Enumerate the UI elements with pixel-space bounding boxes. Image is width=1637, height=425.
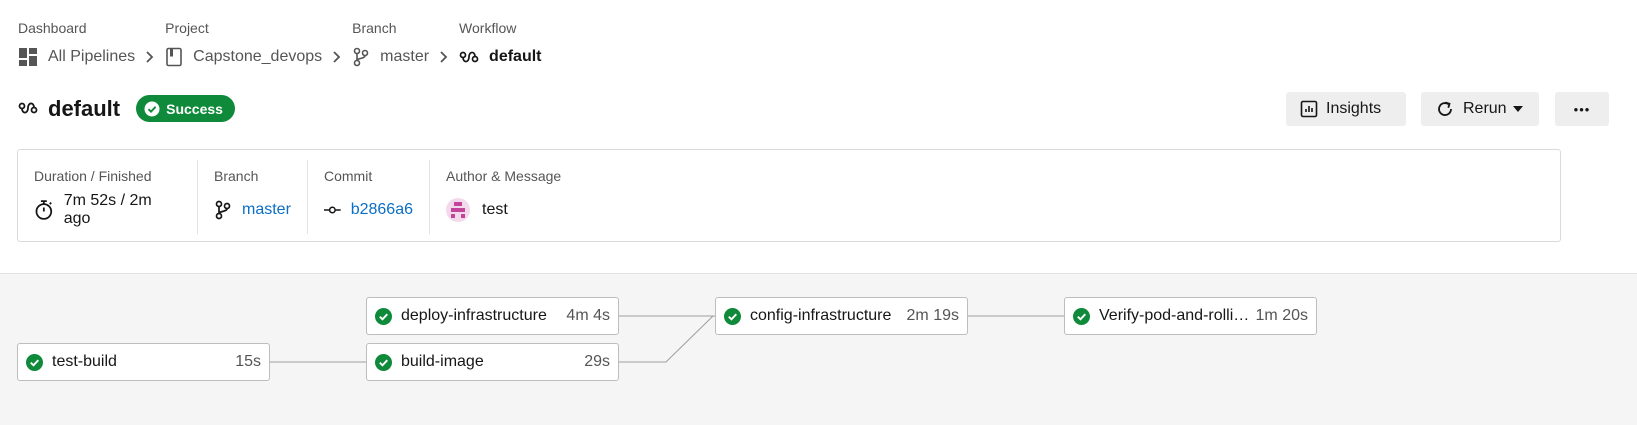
project-icon	[166, 47, 182, 67]
insights-label: Insights	[1326, 100, 1382, 117]
breadcrumb: Dashboard All Pipelines Project Capstone…	[18, 18, 542, 69]
breadcrumb-label: Dashboard	[18, 20, 87, 36]
branch-label: Branch	[214, 168, 259, 184]
duration-label: Duration / Finished	[34, 168, 152, 184]
workflow-graph: test-build 15s deploy-infrastructure 4m …	[0, 273, 1637, 425]
rerun-label: Rerun	[1463, 100, 1507, 117]
caret-down-icon	[1512, 106, 1523, 112]
check-circle-icon	[1073, 307, 1090, 325]
job-duration: 29s	[584, 353, 610, 370]
breadcrumb-label: Branch	[352, 20, 397, 36]
branch-section: Branch master	[198, 160, 308, 234]
commit-value-row: b2866a6	[324, 199, 413, 221]
commit-label: Commit	[324, 168, 373, 184]
dashboard-icon	[19, 48, 37, 66]
branch-icon	[353, 47, 369, 67]
workflow-header: default Success	[18, 95, 235, 122]
branch-value-row: master	[214, 199, 291, 221]
job-name: Verify-pod-and-rolling-...	[1099, 307, 1250, 324]
commit-section: Commit b2866a6	[308, 160, 430, 234]
chevron-right-icon	[429, 45, 459, 69]
breadcrumb-label: Project	[165, 20, 209, 36]
workflow-icon	[18, 102, 38, 113]
job-duration: 1m 20s	[1255, 307, 1308, 324]
breadcrumb-label: Workflow	[459, 20, 517, 36]
workflow-icon	[459, 51, 479, 63]
duration-value-row: 7m 52s / 2m ago	[34, 192, 181, 227]
workflow-current: default	[459, 45, 542, 69]
check-circle-icon	[375, 353, 392, 371]
header-actions: Insights Rerun •••	[1286, 92, 1609, 126]
breadcrumb-value: Capstone_devops	[193, 48, 323, 65]
insights-icon	[1300, 100, 1318, 118]
breadcrumb-project: Project Capstone_devops	[165, 18, 322, 69]
check-circle-icon	[724, 307, 741, 325]
duration-section: Duration / Finished 7m 52s / 2m ago	[18, 160, 198, 234]
check-circle-icon	[26, 353, 43, 371]
job-duration: 2m 19s	[906, 307, 959, 324]
job-name: build-image	[401, 353, 484, 370]
author-section: Author & Message test	[430, 160, 630, 234]
check-circle-icon	[375, 307, 392, 325]
project-link[interactable]: Capstone_devops	[165, 45, 322, 69]
branch-icon	[215, 200, 231, 220]
breadcrumb-dashboard: Dashboard All Pipelines	[18, 18, 135, 69]
commit-link[interactable]: b2866a6	[351, 201, 413, 219]
duration-value: 7m 52s / 2m ago	[63, 192, 152, 227]
branch-link[interactable]: master	[242, 201, 291, 219]
status-badge: Success	[136, 95, 235, 122]
commit-message: test	[482, 201, 508, 218]
commit-icon	[324, 206, 341, 214]
branch-link[interactable]: master	[352, 45, 429, 69]
status-text: Success	[166, 100, 223, 117]
chevron-right-icon	[135, 45, 165, 69]
rerun-icon	[1438, 101, 1452, 116]
pipeline-details-card: Duration / Finished 7m 52s / 2m ago Bran…	[17, 149, 1561, 242]
job-duration: 15s	[235, 353, 261, 370]
job-name: test-build	[52, 353, 117, 370]
stopwatch-icon	[35, 200, 53, 220]
chevron-right-icon	[322, 45, 352, 69]
rerun-button[interactable]: Rerun	[1421, 92, 1539, 126]
job-duration: 4m 4s	[566, 307, 610, 324]
breadcrumb-workflow: Workflow default	[459, 18, 541, 69]
job-node[interactable]: deploy-infrastructure 4m 4s	[366, 297, 619, 335]
author-label: Author & Message	[446, 168, 562, 184]
more-options-button[interactable]: •••	[1555, 92, 1609, 126]
job-node[interactable]: config-infrastructure 2m 19s	[715, 297, 968, 335]
all-pipelines-link[interactable]: All Pipelines	[18, 45, 135, 69]
breadcrumb-branch: Branch master	[352, 18, 429, 69]
job-node[interactable]: Verify-pod-and-rolling-... 1m 20s	[1064, 297, 1317, 335]
breadcrumb-value: All Pipelines	[48, 48, 136, 65]
more-icon: •••	[1573, 101, 1591, 117]
author-value-row: test	[446, 198, 614, 222]
job-name: config-infrastructure	[750, 307, 892, 324]
page-title: default	[48, 95, 121, 121]
avatar	[446, 198, 470, 222]
breadcrumb-value: master	[380, 48, 430, 65]
job-node[interactable]: build-image 29s	[366, 343, 619, 381]
job-node[interactable]: test-build 15s	[17, 343, 270, 381]
check-circle-icon	[144, 101, 160, 116]
breadcrumb-value: default	[489, 48, 542, 65]
job-name: deploy-infrastructure	[401, 307, 547, 324]
insights-button[interactable]: Insights	[1286, 92, 1406, 126]
